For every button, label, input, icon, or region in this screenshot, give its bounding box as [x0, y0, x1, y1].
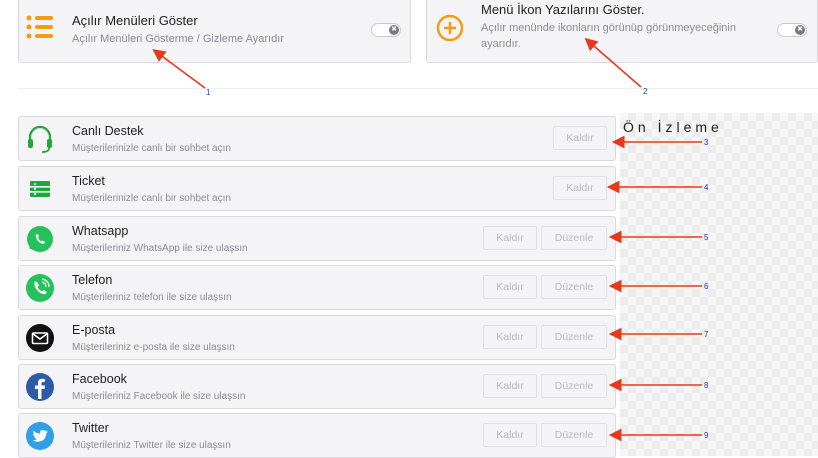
- show-dropdown-menus-toggle[interactable]: ✖: [371, 23, 401, 37]
- phone-icon: [26, 274, 54, 302]
- channel-row-facebook: Facebook Müşterileriniz Facebook ile siz…: [18, 364, 616, 409]
- channel-description: Müşterileriniz e-posta ile size ulaşsın: [72, 342, 235, 353]
- channel-description: Müşterilerinizle canlı bir sohbet açın: [72, 193, 231, 204]
- channel-title: Whatsapp: [72, 224, 129, 238]
- channel-title: Canlı Destek: [72, 124, 144, 138]
- remove-button[interactable]: Kaldır: [483, 275, 537, 299]
- remove-button[interactable]: Kaldır: [483, 325, 537, 349]
- annotation-marker: 6: [704, 282, 709, 291]
- show-dropdown-menus-title: Açılır Menüleri Göster: [72, 13, 198, 28]
- channel-description: Müşterilerinizle canlı bir sohbet açın: [72, 143, 231, 154]
- channel-row-phone: Telefon Müşterileriniz telefon ile size …: [18, 265, 616, 310]
- show-menu-icon-labels-toggle[interactable]: ✖: [777, 23, 807, 37]
- channel-title: Ticket: [72, 174, 105, 188]
- channel-description: Müşterileriniz Facebook ile size ulaşsın: [72, 391, 246, 402]
- show-menu-icon-labels-card: Menü İkon Yazılarını Göster. Açılır menü…: [426, 0, 818, 63]
- remove-button[interactable]: Kaldır: [553, 176, 607, 200]
- show-dropdown-menus-desc: Açılır Menüleri Gösterme / Gizleme Ayarı…: [72, 33, 284, 45]
- toggle-off-icon: ✖: [795, 24, 805, 35]
- edit-button[interactable]: Düzenle: [541, 275, 607, 299]
- remove-button[interactable]: Kaldır: [553, 126, 607, 150]
- email-icon: [26, 324, 54, 352]
- annotation-marker: 8: [704, 381, 709, 390]
- remove-button[interactable]: Kaldır: [483, 374, 537, 398]
- remove-button[interactable]: Kaldır: [483, 226, 537, 250]
- edit-button[interactable]: Düzenle: [541, 325, 607, 349]
- twitter-icon: [26, 422, 54, 450]
- channel-title: Facebook: [72, 372, 127, 386]
- channel-title: Telefon: [72, 273, 113, 287]
- channel-title: Twitter: [72, 421, 109, 435]
- channel-row-ticket: Ticket Müşterilerinizle canlı bir sohbet…: [18, 166, 616, 211]
- annotation-marker: 1: [206, 88, 211, 97]
- whatsapp-icon: [27, 226, 53, 252]
- channel-row-whatsapp: Whatsapp Müşterileriniz WhatsApp ile siz…: [18, 216, 616, 261]
- annotation-marker: 2: [643, 87, 648, 96]
- preview-area: [620, 113, 818, 456]
- channel-row-twitter: Twitter Müşterileriniz Twitter ile size …: [18, 413, 616, 458]
- add-circle-icon: [436, 14, 464, 42]
- channel-row-live-support: Canlı Destek Müşterilerinizle canlı bir …: [18, 116, 616, 161]
- channel-title: E-posta: [72, 323, 116, 337]
- facebook-icon: [26, 373, 54, 401]
- annotation-marker: 5: [704, 233, 709, 242]
- channel-row-email: E-posta Müşterileriniz e-posta ile size …: [18, 315, 616, 360]
- toggle-off-icon: ✖: [389, 24, 399, 35]
- channel-description: Müşterileriniz WhatsApp ile size ulaşsın: [72, 243, 248, 254]
- channel-description: Müşterileriniz telefon ile size ulaşsın: [72, 292, 232, 303]
- annotation-marker: 9: [704, 431, 709, 440]
- edit-button[interactable]: Düzenle: [541, 423, 607, 447]
- annotation-marker: 4: [704, 183, 709, 192]
- show-menu-icon-labels-desc: Açılır menünde ikonların görünüp görünme…: [481, 22, 736, 50]
- ticket-icon: [30, 181, 50, 197]
- channel-description: Müşterileriniz Twitter ile size ulaşsın: [72, 440, 231, 451]
- headset-icon: [28, 125, 52, 153]
- remove-button[interactable]: Kaldır: [483, 423, 537, 447]
- edit-button[interactable]: Düzenle: [541, 374, 607, 398]
- annotation-marker: 7: [704, 330, 709, 339]
- show-menu-icon-labels-title: Menü İkon Yazılarını Göster.: [481, 2, 645, 17]
- section-divider: [18, 88, 818, 89]
- list-icon: [26, 15, 53, 39]
- show-dropdown-menus-card: Açılır Menüleri Göster Açılır Menüleri G…: [18, 0, 411, 63]
- preview-title: Ön İzleme: [623, 119, 723, 135]
- edit-button[interactable]: Düzenle: [541, 226, 607, 250]
- annotation-marker: 3: [704, 138, 709, 147]
